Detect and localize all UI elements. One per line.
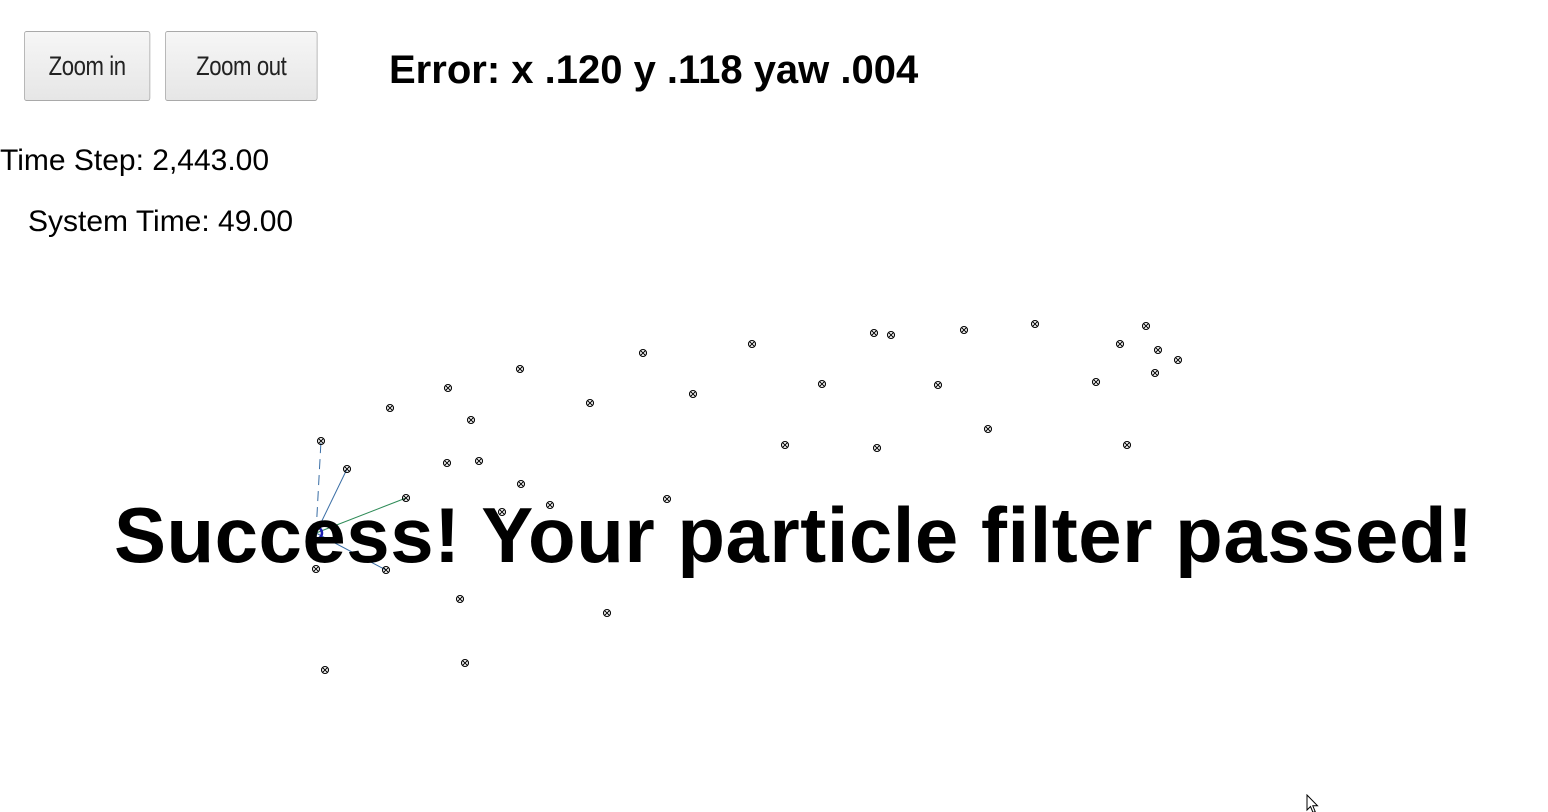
landmark-marker-icon [886,330,896,340]
landmark-marker-icon [872,443,882,453]
landmark-marker-icon [959,325,969,335]
landmark-marker-icon [869,328,879,338]
landmark-marker-icon [385,403,395,413]
landmark-marker-icon [780,440,790,450]
landmark-marker-icon [455,594,465,604]
landmark-marker-icon [1115,339,1125,349]
landmark-marker-icon [1122,440,1132,450]
mouse-pointer-icon [1306,793,1320,812]
landmark-marker-icon [1173,355,1183,365]
landmark-marker-icon [1091,377,1101,387]
landmark-marker-icon [443,383,453,393]
landmark-marker-icon [474,456,484,466]
landmark-marker-icon [933,380,943,390]
landmark-marker-icon [585,398,595,408]
landmark-marker-icon [515,364,525,374]
landmark-marker-icon [817,379,827,389]
landmark-marker-icon [1030,319,1040,329]
simulation-canvas [308,319,1183,675]
landmark-marker-icon [983,424,993,434]
landmark-marker-icon [1153,345,1163,355]
landmark-marker-icon [602,608,612,618]
landmark-marker-icon [638,348,648,358]
landmark-marker-icon [516,479,526,489]
landmark-marker-icon [342,464,352,474]
landmark-marker-icon [466,415,476,425]
success-message: Success! Your particle filter passed! [114,491,1474,579]
landmark-marker-icon [747,339,757,349]
landmark-marker-icon [460,658,470,668]
landmark-marker-icon [442,458,452,468]
landmark-marker-icon [1141,321,1151,331]
simulator-view: Zoom in Zoom out Error: x .120 y .118 ya… [0,0,1548,812]
landmark-marker-icon [320,665,330,675]
landmark-marker-icon [688,389,698,399]
landmark-marker-icon [1150,368,1160,378]
